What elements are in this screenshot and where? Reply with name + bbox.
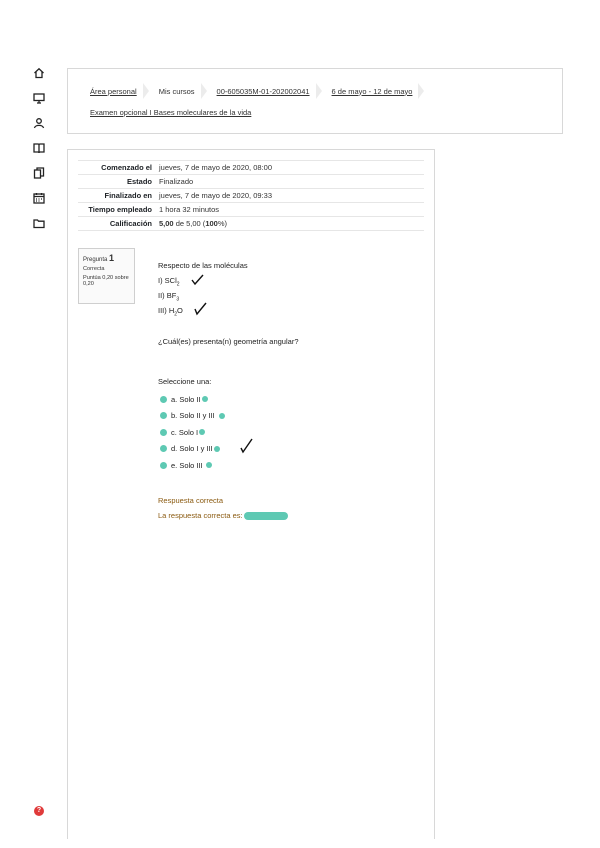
breadcrumb: Área personal Mis cursos 00-605035M-01-2… <box>90 83 434 99</box>
book-icon[interactable] <box>30 139 48 157</box>
summary-label: Tiempo empleado <box>88 205 152 214</box>
correct-answer-prefix: La respuesta correcta es: <box>158 511 243 520</box>
question-number: Pregunta 1 <box>83 253 130 263</box>
summary-row-grade: Calificación 5,00 de 5,00 (100%) <box>78 216 424 231</box>
question-text: Respecto de las moléculas I) SCl2 II) BF… <box>158 258 248 318</box>
breadcrumb-item-week[interactable]: 6 de mayo - 12 de mayo <box>332 83 413 99</box>
option-d[interactable]: d. Solo I y III <box>160 438 253 458</box>
grade-mid: de 5,00 ( <box>173 219 206 228</box>
summary-label: Finalizado en <box>104 191 152 200</box>
summary-value: jueves, 7 de mayo de 2020, 08:00 <box>159 163 272 172</box>
radio-highlight-icon[interactable] <box>160 461 167 469</box>
summary-value: 1 hora 32 minutos <box>159 205 220 214</box>
question-points: Puntúa 0,20 sobre 0,20 <box>83 275 129 287</box>
question-intro: Respecto de las moléculas <box>158 261 248 270</box>
option-b[interactable]: b. Solo II y III <box>160 408 225 425</box>
grade-score: 5,00 <box>159 219 174 228</box>
grade-percent: 100 <box>205 219 218 228</box>
feedback-result: Respuesta correcta <box>158 496 224 505</box>
feedback: Respuesta correcta La respuesta correcta… <box>158 496 288 520</box>
summary-value: 5,00 de 5,00 (100%) <box>156 217 424 231</box>
question-info-box: Pregunta 1 Correcta Puntúa 0,20 sobre 0,… <box>78 248 135 304</box>
option-a[interactable]: a. Solo II <box>160 391 225 408</box>
summary-label: Estado <box>126 177 152 186</box>
radio-highlight-icon[interactable] <box>160 445 167 453</box>
breadcrumb-card: Área personal Mis cursos 00-605035M-01-2… <box>67 68 563 134</box>
people-icon[interactable] <box>30 114 48 132</box>
summary-row-state: Estado Finalizado <box>78 174 424 189</box>
molecule-2: II) BF3 <box>158 288 248 303</box>
highlight-mark-icon <box>213 445 220 452</box>
molecule-3-text: III) H <box>158 306 175 315</box>
summary-row-started: Comenzado el jueves, 7 de mayo de 2020, … <box>78 160 424 175</box>
desktop-icon[interactable] <box>30 89 48 107</box>
molecule-3: III) H2O <box>158 302 248 321</box>
breadcrumb-separator <box>315 83 322 99</box>
radio-highlight-icon[interactable] <box>160 395 167 403</box>
answer-options: a. Solo II b. Solo II y III c. Solo I d.… <box>160 391 253 474</box>
breadcrumb-item-area-personal[interactable]: Área personal <box>90 83 137 99</box>
question-number-value: 1 <box>109 253 115 263</box>
breadcrumb-quiz: Examen opcional I Bases moleculares de l… <box>90 108 251 117</box>
quiz-review-card: Comenzado el jueves, 7 de mayo de 2020, … <box>67 149 435 839</box>
breadcrumb-link[interactable]: 00-605035M-01-202002041 <box>217 87 310 96</box>
summary-value: jueves, 7 de mayo de 2020, 09:33 <box>159 191 272 200</box>
highlight-mark-icon <box>201 396 208 403</box>
radio-highlight-icon[interactable] <box>160 428 167 436</box>
option-label: e. Solo III <box>171 460 203 470</box>
highlight-mark-icon <box>205 462 212 469</box>
breadcrumb-label: Mis cursos <box>158 86 195 96</box>
summary-row-time: Tiempo empleado 1 hora 32 minutos <box>78 202 424 217</box>
summary-value: Finalizado <box>159 177 194 186</box>
question-label: Pregunta <box>83 257 108 263</box>
molecule-1-text: I) SCl <box>158 276 177 285</box>
breadcrumb-separator <box>200 83 207 99</box>
breadcrumb-item-mis-cursos: Mis cursos <box>159 83 195 99</box>
option-e[interactable]: e. Solo III <box>160 457 225 474</box>
option-c[interactable]: c. Solo I <box>160 424 225 441</box>
documents-icon[interactable] <box>30 164 48 182</box>
question-status: Correcta <box>83 266 105 272</box>
redacted-answer-mark <box>243 511 288 520</box>
radio-highlight-icon[interactable] <box>160 412 167 420</box>
handwritten-check-icon <box>240 438 254 456</box>
home-icon[interactable] <box>30 64 48 82</box>
option-label: b. Solo II y III <box>171 411 215 421</box>
breadcrumb-separator <box>142 83 149 99</box>
option-label: d. Solo I y III <box>171 444 213 454</box>
breadcrumb-link[interactable]: Área personal <box>90 87 137 96</box>
summary-label: Calificación <box>109 219 152 228</box>
summary-row-finished: Finalizado en jueves, 7 de mayo de 2020,… <box>78 188 424 203</box>
highlight-mark-icon <box>199 429 206 436</box>
molecule-2-sub: 3 <box>176 296 180 303</box>
option-label: c. Solo I <box>171 427 199 437</box>
select-one-label: Seleccione una: <box>158 377 212 386</box>
molecule-1-sub: 2 <box>176 281 180 288</box>
molecule-1: I) SCl2 <box>158 273 248 288</box>
folder-icon[interactable] <box>30 214 48 232</box>
help-icon[interactable]: ? <box>34 806 44 816</box>
attempt-summary-table: Comenzado el jueves, 7 de mayo de 2020, … <box>78 160 424 231</box>
feedback-correct-answer: La respuesta correcta es: <box>158 511 288 520</box>
calendar-icon[interactable] <box>30 189 48 207</box>
molecule-3-suffix: O <box>177 306 183 315</box>
highlight-mark-icon <box>218 412 225 419</box>
question-prompt: ¿Cuál(es) presenta(n) geometría angular? <box>158 337 299 346</box>
breadcrumb-separator <box>418 83 425 99</box>
handwritten-check-icon <box>194 302 208 321</box>
molecule-2-text: II) BF <box>158 291 177 300</box>
grade-end: %) <box>217 219 227 228</box>
summary-label: Comenzado el <box>101 163 152 172</box>
quiz-link[interactable]: Examen opcional I Bases moleculares de l… <box>90 108 251 117</box>
breadcrumb-item-course[interactable]: 00-605035M-01-202002041 <box>217 83 310 99</box>
breadcrumb-link[interactable]: 6 de mayo - 12 de mayo <box>332 87 413 96</box>
option-label: a. Solo II <box>171 394 201 404</box>
